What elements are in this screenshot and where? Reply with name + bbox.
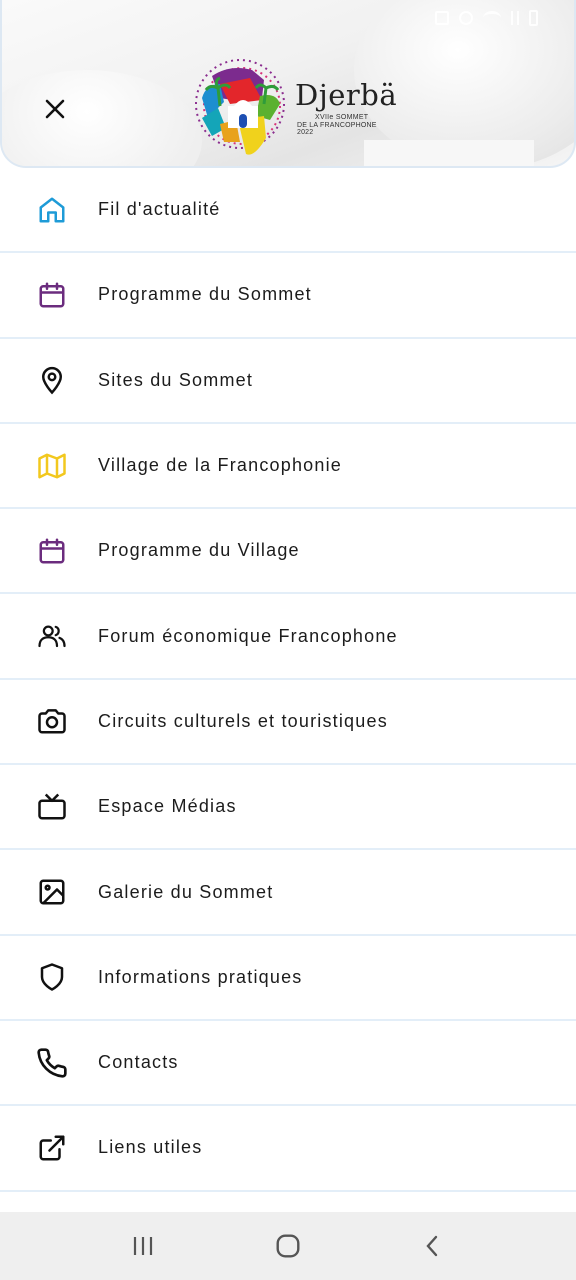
menu-item-circuits-culturels[interactable]: Circuits culturels et touristiques bbox=[0, 679, 576, 766]
recents-button[interactable] bbox=[113, 1216, 173, 1276]
status-bar bbox=[435, 10, 538, 26]
navigation-menu: Fil d'actualité Programme du Sommet Site… bbox=[0, 168, 576, 1192]
logo-subtitle: XVIIe SOMMET bbox=[315, 114, 369, 121]
home-circle-icon bbox=[276, 1234, 300, 1258]
image-icon bbox=[36, 876, 68, 908]
menu-item-label: Liens utiles bbox=[98, 1137, 203, 1158]
menu-item-label: Galerie du Sommet bbox=[98, 881, 274, 902]
phone-icon bbox=[36, 1047, 68, 1079]
map-icon bbox=[36, 450, 68, 482]
menu-item-fil-actualite[interactable]: Fil d'actualité bbox=[0, 168, 576, 254]
menu-item-label: Programme du Village bbox=[98, 540, 300, 561]
map-pin-icon bbox=[36, 364, 68, 396]
header-banner: Djerbä XVIIe SOMMET DE LA FRANCOPHONE 20… bbox=[0, 0, 576, 168]
close-icon bbox=[45, 99, 65, 119]
menu-item-village-francophonie[interactable]: Village de la Francophonie bbox=[0, 423, 576, 510]
system-navigation-bar bbox=[0, 1212, 576, 1280]
menu-item-label: Programme du Sommet bbox=[98, 284, 312, 305]
tv-icon bbox=[36, 791, 68, 823]
users-icon bbox=[36, 620, 68, 652]
external-link-icon bbox=[36, 1132, 68, 1164]
summit-logo: Djerbä XVIIe SOMMET DE LA FRANCOPHONE 20… bbox=[190, 58, 398, 162]
signal-icon bbox=[511, 11, 519, 25]
wifi-icon bbox=[483, 11, 501, 25]
menu-item-liens-utiles[interactable]: Liens utiles bbox=[0, 1106, 576, 1192]
menu-item-espace-medias[interactable]: Espace Médias bbox=[0, 765, 576, 851]
logo-graphic bbox=[195, 59, 285, 155]
menu-item-programme-sommet[interactable]: Programme du Sommet bbox=[0, 253, 576, 339]
back-button[interactable] bbox=[403, 1216, 463, 1276]
close-button[interactable] bbox=[38, 92, 72, 126]
recents-icon bbox=[133, 1237, 152, 1255]
notification-icon bbox=[435, 11, 449, 25]
menu-item-label: Informations pratiques bbox=[98, 966, 303, 987]
menu-item-label: Contacts bbox=[98, 1052, 179, 1073]
battery-icon bbox=[529, 10, 538, 26]
shield-icon bbox=[36, 961, 68, 993]
home-button[interactable] bbox=[258, 1216, 318, 1276]
back-icon bbox=[426, 1235, 438, 1257]
logo-subtitle: DE LA FRANCOPHONE 2022 bbox=[297, 122, 377, 136]
menu-item-sites-sommet[interactable]: Sites du Sommet bbox=[0, 338, 576, 424]
menu-item-label: Forum économique Francophone bbox=[98, 625, 398, 646]
menu-item-contacts[interactable]: Contacts bbox=[0, 1020, 576, 1107]
calendar-icon bbox=[36, 279, 68, 311]
camera-icon bbox=[36, 705, 68, 737]
menu-item-label: Circuits culturels et touristiques bbox=[98, 710, 388, 731]
background-dome bbox=[2, 70, 202, 166]
menu-item-label: Espace Médias bbox=[98, 796, 237, 817]
menu-item-label: Sites du Sommet bbox=[98, 369, 254, 390]
menu-item-label: Fil d'actualité bbox=[98, 199, 221, 220]
menu-item-programme-village[interactable]: Programme du Village bbox=[0, 509, 576, 595]
calendar-icon bbox=[36, 535, 68, 567]
menu-item-forum-economique[interactable]: Forum économique Francophone bbox=[0, 594, 576, 680]
menu-item-galerie-sommet[interactable]: Galerie du Sommet bbox=[0, 850, 576, 936]
home-icon bbox=[36, 194, 68, 226]
menu-item-label: Village de la Francophonie bbox=[98, 455, 343, 476]
alarm-icon bbox=[459, 11, 473, 25]
menu-item-informations-pratiques[interactable]: Informations pratiques bbox=[0, 935, 576, 1021]
logo-wordmark: Djerbä bbox=[295, 78, 398, 112]
